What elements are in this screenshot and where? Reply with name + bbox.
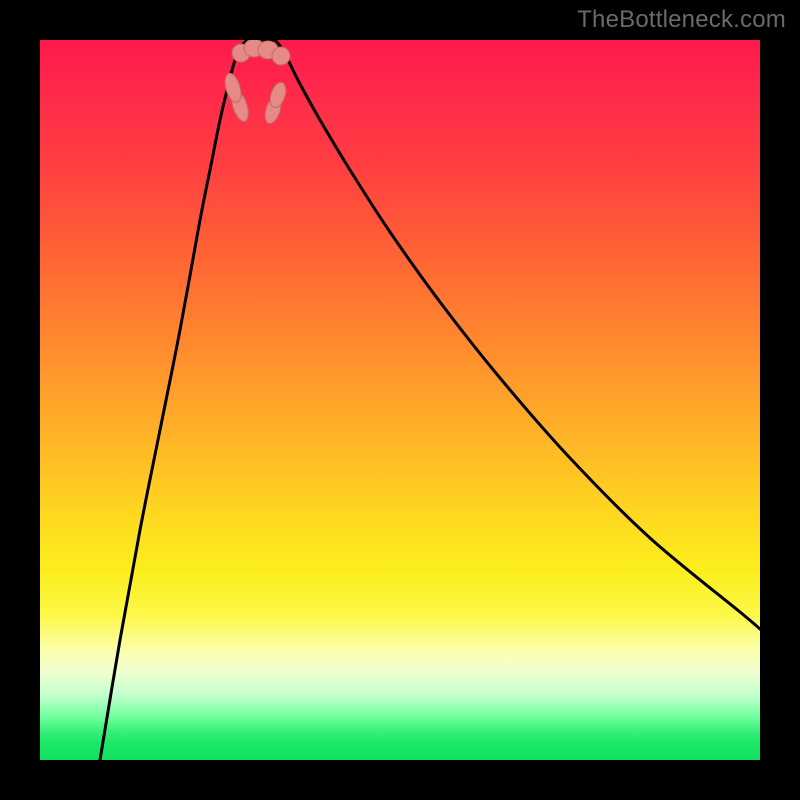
lobe-markers — [222, 40, 290, 125]
curve-right-branch — [275, 40, 760, 629]
plot-area — [40, 40, 760, 760]
watermark-text: TheBottleneck.com — [577, 6, 786, 34]
frame: TheBottleneck.com — [0, 0, 800, 800]
chart-svg — [40, 40, 760, 760]
lobe-marker-7 — [272, 47, 290, 65]
curve-lines — [100, 40, 760, 760]
curve-left-branch — [100, 40, 250, 760]
